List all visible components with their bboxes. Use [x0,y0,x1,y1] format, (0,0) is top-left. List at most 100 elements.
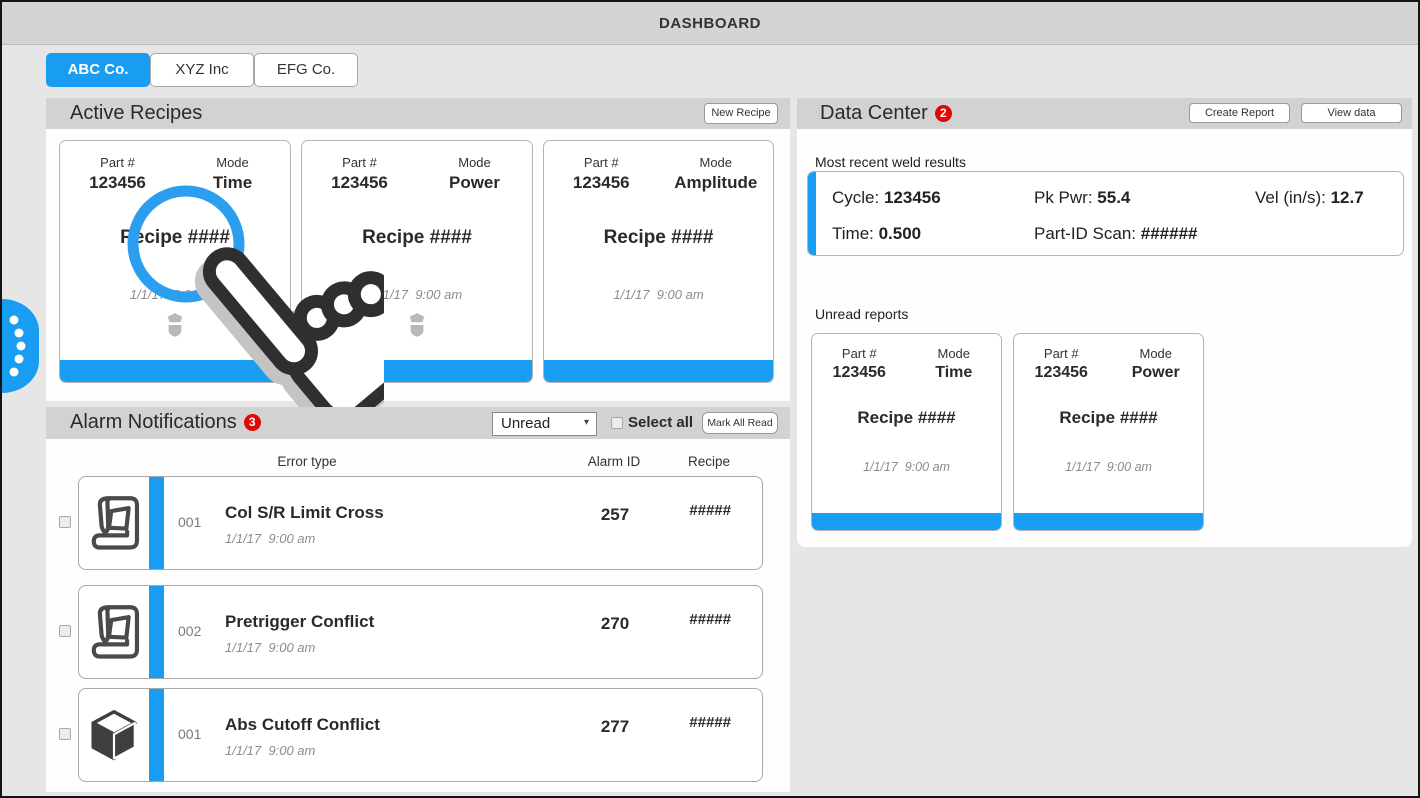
alarm-occurrence: 002 [178,623,201,639]
top-bar: DASHBOARD [2,2,1418,45]
weld-field-value: 123456 [884,188,941,207]
alarm-row[interactable]: 001 Col S/R Limit Cross 1/1/17 9:00 am 2… [78,476,763,570]
alarm-occurrence: 001 [178,726,201,742]
column-header-alarm-id: Alarm ID [564,454,664,469]
weld-field-label: Vel (in/s): [1255,188,1331,207]
row-accent-bar [149,586,164,678]
card-accent-bar [812,513,1001,530]
alarm-row-checkbox[interactable] [59,625,71,637]
alarm-row[interactable]: 001 Abs Cutoff Conflict 1/1/17 9:00 am 2… [78,688,763,782]
alarm-date: 1/1/17 9:00 am [225,640,315,655]
select-all-checkbox[interactable] [611,417,623,429]
mode-value: Time [907,364,1002,382]
recipe-date: 1/1/17 9:00 am [544,287,773,302]
drawer-dots-icon [2,299,39,393]
mode-label: Mode [175,155,290,170]
weld-field-label: Cycle: [832,188,884,207]
tab-efg-co[interactable]: EFG Co. [254,53,358,87]
column-header-recipe: Recipe [659,454,759,469]
card-accent-bar [302,360,532,382]
box-icon [79,689,149,781]
view-data-button[interactable]: View data [1301,103,1402,123]
recipe-name: Recipe #### [1014,408,1203,428]
part-number: 123456 [544,173,659,193]
alarm-error-type: Abs Cutoff Conflict [225,715,380,735]
weld-press-icon [79,586,149,678]
report-card[interactable]: Part # 123456 Mode Power Recipe #### 1/1… [1013,333,1204,531]
part-label: Part # [812,346,907,361]
recipe-name: Recipe #### [302,227,532,249]
mode-value: Time [175,173,290,193]
alarm-date: 1/1/17 9:00 am [225,531,315,546]
alarm-recipe: ##### [660,611,760,628]
shield-badge-icon [302,312,532,338]
card-accent-bar [1014,513,1203,530]
create-report-button[interactable]: Create Report [1189,103,1290,123]
alarm-id: 277 [565,717,665,737]
alarm-row-checkbox[interactable] [59,728,71,740]
alarm-id: 257 [565,505,665,525]
card-accent-bar [544,360,773,382]
part-number: 123456 [1014,364,1109,382]
mode-label: Mode [1109,346,1204,361]
weld-field-value: ###### [1141,224,1198,243]
weld-field-label: Part-ID Scan: [1034,224,1141,243]
recipe-date: 1/1/17 9:00 am [812,460,1001,474]
alarm-recipe: ##### [660,714,760,731]
data-center-header: Data Center 2 Create Report View data [797,98,1412,129]
shield-badge-icon [60,312,290,338]
row-accent-bar [149,689,164,781]
alarm-notifications-title-text: Alarm Notifications [70,411,237,433]
alarm-occurrence: 001 [178,514,201,530]
chevron-down-icon: ▾ [584,417,589,428]
weld-field-value: 0.500 [879,224,922,243]
data-center-count-badge: 2 [935,105,952,122]
alarm-row-checkbox[interactable] [59,516,71,528]
part-label: Part # [60,155,175,170]
mode-value: Power [417,173,532,193]
recipe-card[interactable]: Part # 123456 Mode Time Recipe #### 1/1/… [59,140,291,383]
alarm-date: 1/1/17 9:00 am [225,743,315,758]
alarm-error-type: Col S/R Limit Cross [225,503,384,523]
weld-field-label: Pk Pwr: [1034,188,1097,207]
weld-field-label: Time: [832,224,879,243]
alarm-row[interactable]: 002 Pretrigger Conflict 1/1/17 9:00 am 2… [78,585,763,679]
alarm-count-badge: 3 [244,414,261,431]
dashboard-page: { "header": { "title": "DASHBOARD" }, "t… [0,0,1420,798]
part-number: 123456 [812,364,907,382]
part-number: 123456 [302,173,417,193]
alarm-notifications-header: Alarm Notifications 3 Unread ▾ Select all… [46,407,790,439]
recipe-date: 1/1/17 9:00 am [302,287,532,302]
unread-reports-heading: Unread reports [815,306,908,322]
alarm-recipe: ##### [660,502,760,519]
alarm-filter-dropdown[interactable]: Unread ▾ [492,412,597,436]
select-all-label: Select all [628,407,693,439]
part-number: 123456 [60,173,175,193]
weld-field-value: 12.7 [1331,188,1364,207]
card-accent-bar [808,172,816,255]
column-header-error-type: Error type [207,454,407,469]
side-drawer-handle[interactable] [2,299,39,393]
recipe-card[interactable]: Part # 123456 Mode Power Recipe #### 1/1… [301,140,533,383]
row-accent-bar [149,477,164,569]
report-card[interactable]: Part # 123456 Mode Time Recipe #### 1/1/… [811,333,1002,531]
tab-abc-co[interactable]: ABC Co. [46,53,150,87]
data-center-title-text: Data Center [820,102,928,124]
part-label: Part # [1014,346,1109,361]
weld-results-heading: Most recent weld results [815,154,966,170]
part-label: Part # [302,155,417,170]
recipe-name: Recipe #### [60,227,290,249]
tab-xyz-inc[interactable]: XYZ Inc [150,53,254,87]
alarm-notifications-title: Alarm Notifications 3 [70,407,261,438]
weld-press-icon [79,477,149,569]
data-center-title: Data Center 2 [820,98,952,129]
mark-all-read-button[interactable]: Mark All Read [702,412,778,434]
mode-value: Power [1109,364,1204,382]
weld-results-card: Cycle: 123456 Pk Pwr: 55.4 Vel (in/s): 1… [807,171,1404,256]
new-recipe-button[interactable]: New Recipe [704,103,778,124]
page-title: DASHBOARD [2,2,1418,45]
card-accent-bar [60,360,290,382]
recipe-card[interactable]: Part # 123456 Mode Amplitude Recipe ####… [543,140,774,383]
mode-label: Mode [659,155,774,170]
alarm-error-type: Pretrigger Conflict [225,612,374,632]
